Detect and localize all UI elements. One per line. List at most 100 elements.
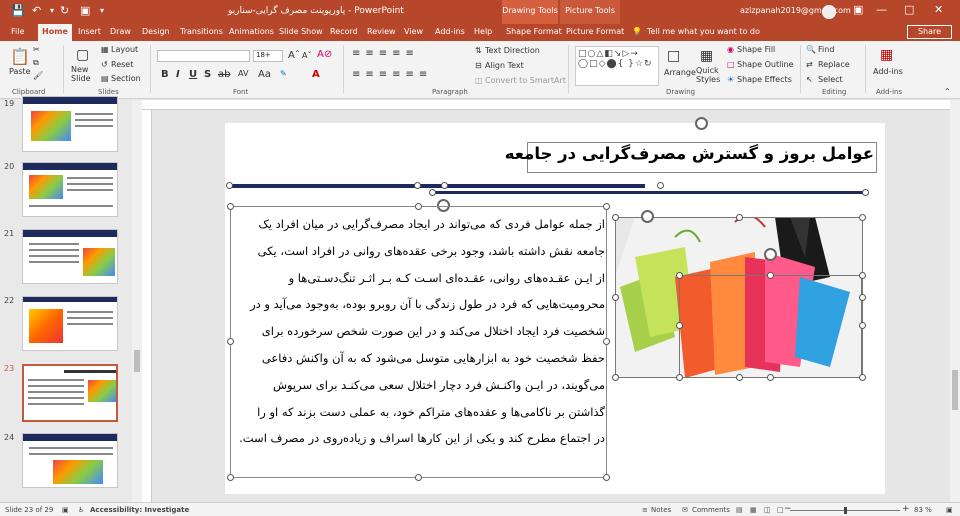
tell-me-search[interactable]: Tell me what you want to do: [647, 27, 760, 36]
tab-file[interactable]: File: [11, 27, 24, 36]
ribbon-display-icon[interactable]: ▣: [853, 3, 863, 16]
highlight-icon[interactable]: ✎: [280, 69, 287, 78]
slide-thumbnail[interactable]: [22, 96, 118, 152]
slide-sorter-icon[interactable]: ▦: [750, 506, 757, 514]
tab-home[interactable]: Home: [38, 24, 72, 41]
spelling-icon[interactable]: ▣: [62, 506, 69, 514]
tab-record[interactable]: Record: [330, 27, 358, 36]
clear-formatting-icon[interactable]: A⊘: [317, 49, 332, 60]
thumbnail-scrollbar[interactable]: [132, 100, 142, 502]
start-slideshow-icon[interactable]: ▣: [80, 4, 90, 17]
comments-button[interactable]: Comments: [692, 506, 730, 514]
change-case-icon[interactable]: Aa: [258, 69, 271, 80]
customize-toolbar-icon[interactable]: ▾: [100, 6, 104, 15]
undo-dropdown-icon[interactable]: ▾: [50, 6, 54, 15]
new-slide-icon[interactable]: ▢: [76, 47, 89, 63]
zoom-slider-knob[interactable]: [844, 507, 847, 514]
selection-handle[interactable]: [676, 374, 683, 381]
section-button[interactable]: Section: [111, 74, 141, 83]
selection-handle[interactable]: [441, 182, 448, 189]
quick-styles-button[interactable]: Quick Styles: [696, 66, 720, 84]
save-icon[interactable]: 💾: [11, 4, 25, 17]
tab-draw[interactable]: Draw: [110, 27, 131, 36]
arrange-icon[interactable]: □: [667, 48, 680, 64]
selection-handle[interactable]: [415, 203, 422, 210]
tab-view[interactable]: View: [404, 27, 423, 36]
underline-icon[interactable]: U: [189, 69, 197, 80]
collapse-ribbon-icon[interactable]: ⌃: [944, 87, 951, 96]
decrease-font-icon[interactable]: Aˇ: [302, 51, 311, 60]
horizontal-ruler[interactable]: [142, 100, 950, 110]
cut-icon[interactable]: ✂: [33, 45, 40, 54]
tab-insert[interactable]: Insert: [78, 27, 101, 36]
selection-handle[interactable]: [227, 203, 234, 210]
normal-view-icon[interactable]: ▤: [736, 506, 743, 514]
scrollbar-thumb[interactable]: [134, 350, 140, 372]
font-name-input[interactable]: [157, 50, 250, 62]
minimize-icon[interactable]: —: [876, 3, 887, 16]
decor-line[interactable]: [229, 184, 645, 188]
selection-handle[interactable]: [859, 214, 866, 221]
rotate-handle-icon[interactable]: [695, 117, 708, 130]
find-button[interactable]: Find: [818, 45, 834, 54]
tab-help[interactable]: Help: [474, 27, 492, 36]
list-icons[interactable]: ≡≡≡≡≡: [352, 48, 419, 59]
selection-handle[interactable]: [415, 474, 422, 481]
zoom-in-icon[interactable]: +: [902, 504, 910, 514]
reset-button[interactable]: Reset: [111, 60, 133, 69]
selection-handle[interactable]: [676, 272, 683, 279]
copy-icon[interactable]: ⧉: [33, 58, 39, 68]
tab-add-ins[interactable]: Add-ins: [435, 27, 465, 36]
decor-line[interactable]: [432, 191, 865, 194]
selection-handle[interactable]: [429, 189, 436, 196]
vertical-ruler[interactable]: [142, 110, 152, 502]
fit-to-window-icon[interactable]: ▣: [946, 506, 953, 514]
shape-outline-button[interactable]: Shape Outline: [737, 60, 794, 69]
italic-icon[interactable]: I: [176, 69, 180, 80]
avatar[interactable]: [822, 5, 836, 19]
notes-button[interactable]: Notes: [651, 506, 671, 514]
selection-handle[interactable]: [227, 338, 234, 345]
replace-button[interactable]: Replace: [818, 60, 850, 69]
bold-icon[interactable]: B: [161, 69, 169, 80]
slide-title[interactable]: عوامل بروز و گسترش مصرف‌گرایی در جامعه: [505, 144, 874, 163]
tab-shape-format[interactable]: Shape Format: [506, 27, 562, 36]
shape-effects-button[interactable]: Shape Effects: [737, 75, 792, 84]
rotate-handle-icon[interactable]: [764, 248, 777, 261]
selection-handle[interactable]: [612, 214, 619, 221]
convert-smartart-button[interactable]: Convert to SmartArt: [485, 76, 566, 85]
font-size-input[interactable]: 18+: [253, 50, 283, 62]
selection-handle[interactable]: [603, 203, 610, 210]
alignment-icons[interactable]: ≡≡≡≡≡≡: [352, 69, 432, 80]
selection-handle[interactable]: [226, 182, 233, 189]
paste-icon[interactable]: 📋: [10, 47, 30, 66]
tab-review[interactable]: Review: [367, 27, 396, 36]
accessibility-status[interactable]: Accessibility: Investigate: [90, 506, 189, 514]
selection-handle[interactable]: [859, 272, 866, 279]
close-icon[interactable]: ✕: [934, 3, 943, 16]
slide-thumbnail-selected[interactable]: [22, 364, 118, 422]
add-ins-icon[interactable]: ▦: [880, 47, 893, 63]
share-button[interactable]: Share: [907, 25, 952, 39]
text-direction-button[interactable]: Text Direction: [485, 46, 540, 55]
selection-handle[interactable]: [859, 294, 866, 301]
tab-slide-show[interactable]: Slide Show: [279, 27, 323, 36]
maximize-icon[interactable]: □: [904, 3, 914, 16]
tab-design[interactable]: Design: [142, 27, 170, 36]
selection-handle[interactable]: [603, 338, 610, 345]
selection-handle[interactable]: [414, 182, 421, 189]
selection-handle[interactable]: [612, 294, 619, 301]
selection-handle[interactable]: [862, 189, 869, 196]
selection-handle[interactable]: [227, 474, 234, 481]
crop-frame[interactable]: [679, 275, 862, 378]
strikethrough-icon[interactable]: ab: [218, 69, 230, 80]
new-slide-button[interactable]: New Slide: [71, 65, 97, 83]
select-button[interactable]: Select: [818, 75, 843, 84]
tab-animations[interactable]: Animations: [229, 27, 274, 36]
format-painter-icon[interactable]: 🖌: [33, 71, 43, 80]
selection-handle[interactable]: [657, 182, 664, 189]
character-spacing-icon[interactable]: AV: [238, 69, 248, 78]
reading-view-icon[interactable]: ◫: [764, 506, 771, 514]
increase-font-icon[interactable]: Aˆ: [288, 50, 300, 61]
selection-handle[interactable]: [767, 272, 774, 279]
